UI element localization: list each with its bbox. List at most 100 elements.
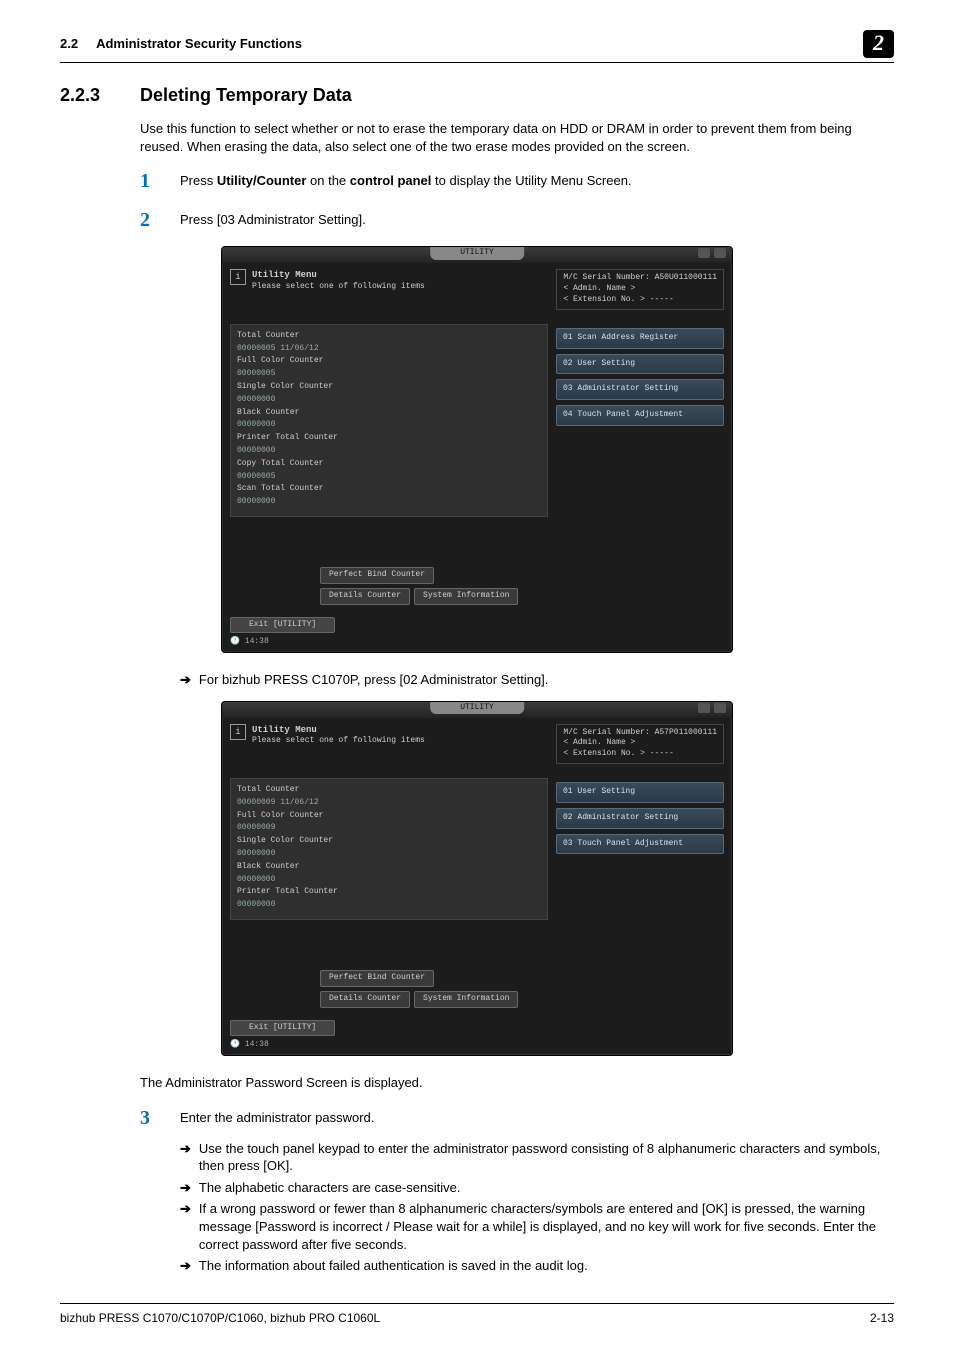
utility-option-button[interactable]: 03 Touch Panel Adjustment <box>556 834 724 855</box>
counter-panel: Total Counter 00000005 11/06/12Full Color… <box>230 324 548 517</box>
step-number: 3 <box>140 1105 180 1132</box>
utility-option-button[interactable]: 02 User Setting <box>556 354 724 375</box>
section-title: Deleting Temporary Data <box>140 83 352 107</box>
counter-value: 00000000 <box>237 395 541 406</box>
step3-bullet: ➔ The alphabetic characters are case-sens… <box>180 1179 894 1197</box>
utility-title-block: Utility Menu Please select one of follow… <box>252 269 425 293</box>
utility-menu-sub: Please select one of following items <box>252 282 425 291</box>
header-section-title: Administrator Security Functions <box>96 35 863 53</box>
counter-label: Total Counter <box>237 785 541 796</box>
plug-icon <box>698 703 710 713</box>
counter-value: 00000005 <box>237 472 541 483</box>
counter-label: Black Counter <box>237 862 541 873</box>
counter-label: Printer Total Counter <box>237 433 541 444</box>
utility-option-button[interactable]: 01 Scan Address Register <box>556 328 724 349</box>
battery-icon <box>714 248 726 258</box>
arrow-icon: ➔ <box>180 1257 191 1275</box>
counter-value: 00000005 11/06/12 <box>237 344 541 355</box>
perfect-bind-counter-button[interactable]: Perfect Bind Counter <box>320 567 434 584</box>
plug-icon <box>698 248 710 258</box>
counter-value: 00000000 <box>237 446 541 457</box>
bullet-text: If a wrong password or fewer than 8 alph… <box>199 1200 894 1253</box>
utility-option-button[interactable]: 01 User Setting <box>556 782 724 803</box>
utility-option-button[interactable]: 04 Touch Panel Adjustment <box>556 405 724 426</box>
counter-value: 00000005 <box>237 369 541 380</box>
counter-value: 00000000 <box>237 875 541 886</box>
counter-value: 00000009 11/06/12 <box>237 798 541 809</box>
step1-post: to display the Utility Menu Screen. <box>431 173 631 188</box>
step1-mid: on the <box>306 173 349 188</box>
machine-info-box: M/C Serial Number: A57P011000111 < Admin… <box>556 724 724 764</box>
clock-icon: 🕐 14:38 <box>222 1040 732 1055</box>
step3-bullet: ➔ The information about failed authentica… <box>180 1257 894 1275</box>
counter-label: Copy Total Counter <box>237 459 541 470</box>
serial-label: M/C Serial Number: <box>563 728 649 737</box>
header-section-num: 2.2 <box>60 35 78 53</box>
counter-value: 00000000 <box>237 420 541 431</box>
serial-value: A57P011000111 <box>655 728 717 737</box>
footer-product: bizhub PRESS C1070/C1070P/C1060, bizhub … <box>60 1310 380 1326</box>
extension-label: < Extension No. > ----- <box>563 295 673 304</box>
section-heading: 2.2.3 Deleting Temporary Data <box>60 83 894 107</box>
details-counter-button[interactable]: Details Counter <box>320 588 410 605</box>
step-3: 3 Enter the administrator password. <box>140 1105 894 1132</box>
perfect-bind-counter-button[interactable]: Perfect Bind Counter <box>320 970 434 987</box>
counter-panel: Total Counter 00000009 11/06/12 Full Color… <box>230 778 548 920</box>
utility-tab: UTILITY <box>430 702 524 715</box>
note-after-img1: For bizhub PRESS C1070P, press [02 Admin… <box>199 671 549 689</box>
section-intro: Use this function to select whether or n… <box>140 120 894 155</box>
step3-bullet: ➔If a wrong password or fewer than 8 alp… <box>180 1200 894 1253</box>
step3-bullet: ➔Use the touch panel keypad to enter the… <box>180 1140 894 1175</box>
counter-label: Full Color Counter <box>237 356 541 367</box>
step1-pre: Press <box>180 173 217 188</box>
arrow-icon: ➔ <box>180 1140 191 1175</box>
utility-title-block: Utility Menu Please select one of follow… <box>252 724 425 748</box>
step1-b1: Utility/Counter <box>217 173 307 188</box>
machine-info-box: M/C Serial Number: A50U011000111 < Admin… <box>556 269 724 309</box>
bullet-text: The alphabetic characters are case-sensi… <box>199 1179 461 1197</box>
system-information-button[interactable]: System Information <box>414 991 518 1008</box>
utility-menu-sub: Please select one of following items <box>252 736 425 745</box>
after-img2-text: The Administrator Password Screen is dis… <box>140 1074 894 1092</box>
counter-label: Black Counter <box>237 408 541 419</box>
bullet-text: The information about failed authenticat… <box>199 1257 588 1275</box>
battery-icon <box>714 703 726 713</box>
clock-time: 14:38 <box>245 637 269 646</box>
bullet-text: Use the touch panel keypad to enter the … <box>199 1140 894 1175</box>
utility-screen-2: UTILITY i Utility Menu Please select one… <box>221 701 733 1057</box>
chapter-badge: 2 <box>863 30 894 58</box>
step-1: 1 Press Utility/Counter on the control p… <box>140 168 894 195</box>
exit-utility-button[interactable]: Exit [UTILITY] <box>230 617 335 634</box>
exit-utility-button[interactable]: Exit [UTILITY] <box>230 1020 335 1037</box>
serial-label: M/C Serial Number: <box>563 273 649 282</box>
footer-page-number: 2-13 <box>870 1310 894 1326</box>
utility-option-list: 01 User Setting 02 Administrator Setting 0… <box>556 778 724 1008</box>
counter-label: Printer Total Counter <box>237 887 541 898</box>
utility-menu-title: Utility Menu <box>252 270 317 280</box>
counter-label: Full Color Counter <box>237 811 541 822</box>
utility-menu-title: Utility Menu <box>252 725 317 735</box>
utility-option-list: 01 Scan Address Register 02 User Setting 0… <box>556 324 724 605</box>
admin-name-label: < Admin. Name > <box>563 738 635 747</box>
arrow-icon: ➔ <box>180 671 191 689</box>
info-icon: i <box>230 269 246 285</box>
step-number: 1 <box>140 168 180 195</box>
details-counter-button[interactable]: Details Counter <box>320 991 410 1008</box>
system-information-button[interactable]: System Information <box>414 588 518 605</box>
counter-value: 00000000 <box>237 497 541 508</box>
counter-label: Total Counter <box>237 331 541 342</box>
serial-value: A50U011000111 <box>655 273 717 282</box>
counter-label: Single Color Counter <box>237 382 541 393</box>
admin-name-label: < Admin. Name > <box>563 284 635 293</box>
step1-b2: control panel <box>350 173 432 188</box>
extension-label: < Extension No. > ----- <box>563 749 673 758</box>
counter-value: 00000009 <box>237 823 541 834</box>
counter-label: Scan Total Counter <box>237 484 541 495</box>
utility-option-button[interactable]: 03 Administrator Setting <box>556 379 724 400</box>
clock-time: 14:38 <box>245 1040 269 1049</box>
utility-option-button[interactable]: 02 Administrator Setting <box>556 808 724 829</box>
arrow-icon: ➔ <box>180 1179 191 1197</box>
utility-screen-1: UTILITY i Utility Menu Please select one… <box>221 246 733 653</box>
step3-text: Enter the administrator password. <box>180 1105 894 1132</box>
status-icons <box>698 248 726 258</box>
